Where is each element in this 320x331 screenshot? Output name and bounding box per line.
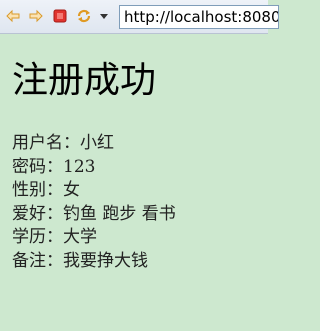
field-label: 备注：	[12, 250, 63, 271]
field-password: 密码：123	[12, 156, 262, 180]
field-label: 用户名：	[12, 133, 80, 153]
field-value: 钓鱼 跑步 看书	[63, 203, 176, 224]
refresh-icon[interactable]	[76, 8, 92, 24]
stop-icon[interactable]	[52, 8, 68, 24]
field-label: 学历：	[12, 227, 63, 247]
browser-toolbar: http://localhost:8080	[0, 0, 279, 34]
page-title: 注册成功	[12, 60, 157, 101]
field-label: 爱好：	[12, 203, 63, 224]
field-remarks: 备注：我要挣大钱	[12, 250, 262, 274]
forward-arrow-icon[interactable]	[28, 8, 44, 24]
field-gender: 性别：女	[12, 179, 262, 203]
field-label: 密码：	[12, 156, 63, 177]
field-value: 123	[63, 156, 96, 177]
chevron-down-icon[interactable]	[96, 8, 112, 24]
back-arrow-icon[interactable]	[5, 8, 21, 24]
registration-details: 用户名：小红 密码：123 性别：女 爱好：钓鱼 跑步 看书 学历：大学 备注：…	[12, 132, 262, 273]
field-value: 女	[63, 180, 80, 200]
address-bar[interactable]: http://localhost:8080	[119, 5, 279, 29]
field-username: 用户名：小红	[12, 132, 262, 156]
field-value: 小红	[80, 133, 114, 153]
field-value: 我要挣大钱	[63, 250, 148, 271]
field-label: 性别：	[12, 180, 63, 200]
field-value: 大学	[63, 227, 97, 247]
page-content: 注册成功 用户名：小红 密码：123 性别：女 爱好：钓鱼 跑步 看书 学历：大…	[12, 34, 262, 273]
field-education: 学历：大学	[12, 226, 262, 250]
field-hobbies: 爱好：钓鱼 跑步 看书	[12, 203, 262, 227]
